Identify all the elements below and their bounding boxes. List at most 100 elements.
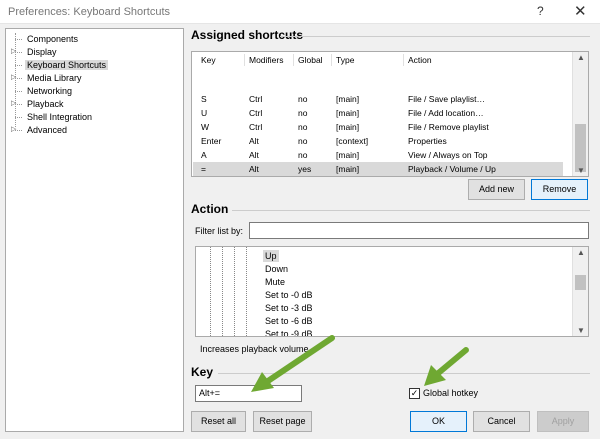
table-row[interactable]: -Altyes[main]Playback / Volume / Down: [193, 176, 563, 177]
table-cell: no: [298, 122, 308, 132]
table-cell: no: [298, 108, 308, 118]
tree-item-label: Components: [27, 34, 79, 44]
tree-item[interactable]: Components: [25, 33, 80, 45]
tree-guide: [15, 117, 22, 118]
scroll-thumb[interactable]: [575, 124, 586, 172]
tree-item[interactable]: ▷ Advanced: [11, 124, 69, 136]
chevron-right-icon[interactable]: ▷: [11, 46, 16, 58]
tree-item-label: Advanced: [27, 125, 68, 135]
title-bar: Preferences: Keyboard Shortcuts ? ✕: [0, 0, 600, 24]
divider: [218, 373, 590, 374]
tree-item[interactable]: Shell Integration: [25, 111, 94, 123]
table-cell: [main]: [336, 150, 360, 160]
table-cell: Properties: [408, 136, 447, 146]
chevron-right-icon[interactable]: ▷: [11, 98, 16, 110]
reset-all-button[interactable]: Reset all: [191, 411, 246, 432]
global-hotkey-checkbox[interactable]: ✓: [409, 388, 420, 399]
table-cell: W: [201, 122, 210, 132]
close-button[interactable]: ✕: [574, 2, 587, 20]
table-cell: S: [201, 94, 207, 104]
chevron-right-icon[interactable]: ▷: [11, 124, 16, 136]
tree-guide: [210, 247, 211, 336]
tree-item-label: Media Library: [27, 73, 82, 83]
preferences-tree[interactable]: Components ▷ Display Keyboard Shortcuts ▷ Med…: [5, 28, 184, 432]
tree-item-label: Playback: [27, 99, 64, 109]
table-cell: no: [298, 136, 308, 146]
table-cell: A: [201, 150, 207, 160]
tree-guide: [15, 91, 22, 92]
tree-item-label: Display: [27, 47, 57, 57]
action-description: Increases playback volume.: [200, 344, 312, 354]
table-cell: Ctrl: [249, 122, 263, 132]
filter-label: Filter list by:: [195, 226, 244, 236]
shortcuts-scrollbar[interactable]: ▲ ▼: [572, 52, 588, 176]
tree-guide: [15, 65, 22, 66]
remove-button[interactable]: Remove: [531, 179, 588, 200]
reset-page-button[interactable]: Reset page: [253, 411, 312, 432]
table-row[interactable]: S Ctrl no [main] File / Save playlist…: [193, 92, 563, 106]
column-divider: [293, 54, 294, 66]
check-icon: ✓: [410, 388, 419, 398]
action-item[interactable]: Set to -3 dB: [263, 302, 315, 314]
scroll-down-icon[interactable]: ▼: [573, 166, 588, 175]
divider: [232, 210, 590, 211]
column-header[interactable]: Modifiers: [249, 55, 283, 65]
shortcuts-table[interactable]: ▲ ▼ Key Modifiers Global Type Action S Ctrl no […: [191, 51, 589, 177]
table-cell: Ctrl: [249, 108, 263, 118]
cancel-button[interactable]: Cancel: [473, 411, 530, 432]
column-header[interactable]: Global: [298, 55, 323, 65]
table-cell: Alt: [249, 164, 259, 174]
tree-item[interactable]: ▷ Media Library: [11, 72, 84, 84]
table-cell: View / Always on Top: [408, 150, 488, 160]
action-title: Action: [191, 202, 229, 216]
tree-item[interactable]: Keyboard Shortcuts: [25, 59, 109, 71]
table-row[interactable]: W Ctrl no [main] File / Remove playlist: [193, 120, 563, 134]
global-hotkey-label: Global hotkey: [423, 388, 479, 398]
actions-scrollbar[interactable]: ▲ ▼: [572, 247, 588, 336]
preferences-window: Components ▷ Display Keyboard Shortcuts ▷ Med…: [0, 24, 600, 439]
table-cell: File / Remove playlist: [408, 122, 489, 132]
help-button[interactable]: ?: [537, 4, 544, 18]
scroll-up-icon[interactable]: ▲: [573, 248, 588, 257]
tree-guide: [222, 247, 223, 336]
table-cell: [main]: [336, 94, 360, 104]
table-cell: Alt: [249, 150, 259, 160]
tree-guide: [234, 247, 235, 336]
scroll-thumb[interactable]: [575, 275, 586, 290]
divider: [280, 36, 590, 37]
action-item[interactable]: Mute: [263, 276, 287, 288]
table-cell: no: [298, 94, 308, 104]
tree-guide: [246, 247, 247, 336]
tree-item[interactable]: Networking: [25, 85, 74, 97]
action-item[interactable]: Set to -9 dB: [263, 328, 315, 336]
action-item[interactable]: Down: [263, 263, 290, 275]
filter-input[interactable]: [249, 222, 589, 239]
ok-button[interactable]: OK: [410, 411, 467, 432]
column-header[interactable]: Action: [408, 55, 432, 65]
table-cell: [context]: [336, 136, 369, 146]
add-new-button[interactable]: Add new: [468, 179, 525, 200]
table-cell: Enter: [201, 136, 222, 146]
table-row[interactable]: Enter Alt no [context] Properties: [193, 134, 563, 148]
tree-item[interactable]: ▷ Display: [11, 46, 59, 58]
table-cell: Ctrl: [249, 94, 263, 104]
table-row[interactable]: U Ctrl no [main] File / Add location…: [193, 106, 563, 120]
action-item[interactable]: Up: [263, 250, 279, 262]
tree-item[interactable]: ▷ Playback: [11, 98, 66, 110]
action-item[interactable]: Set to -0 dB: [263, 289, 315, 301]
key-field[interactable]: Alt+=: [195, 385, 302, 402]
actions-tree[interactable]: ▲ ▼ Up Down Mute Set to -0 dB Set to -3 dB Se…: [195, 246, 589, 337]
table-cell: [main]: [336, 164, 360, 174]
apply-button[interactable]: Apply: [537, 411, 589, 432]
action-item[interactable]: Set to -6 dB: [263, 315, 315, 327]
column-header[interactable]: Type: [336, 55, 354, 65]
scroll-up-icon[interactable]: ▲: [573, 53, 588, 62]
key-title: Key: [191, 365, 214, 379]
table-row[interactable]: A Alt no [main] View / Always on Top: [193, 148, 563, 162]
column-header[interactable]: Key: [201, 55, 216, 65]
scroll-down-icon[interactable]: ▼: [573, 326, 588, 335]
tree-item-label: Networking: [27, 86, 73, 96]
chevron-right-icon[interactable]: ▷: [11, 72, 16, 84]
table-row[interactable]: = Alt yes [main] Playback / Volume / Up: [193, 162, 563, 176]
table-cell: Alt: [249, 136, 259, 146]
